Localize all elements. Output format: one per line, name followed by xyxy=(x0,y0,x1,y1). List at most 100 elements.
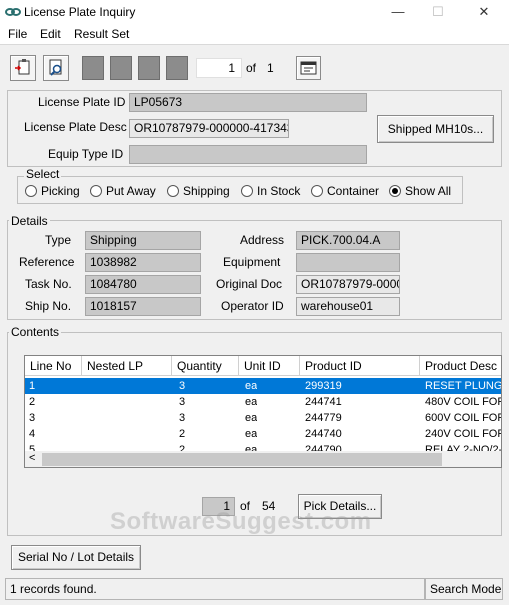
radio-button[interactable] xyxy=(25,185,37,197)
previous-record-button[interactable] xyxy=(110,56,132,80)
radio-button[interactable] xyxy=(167,185,179,197)
table-row[interactable]: 2 3 ea 244741 480V COIL FOR xyxy=(25,394,502,410)
cell-product-id: 244741 xyxy=(305,396,342,408)
license-plate-id-label: License Plate ID xyxy=(38,95,126,109)
record-total: 1 xyxy=(267,61,274,75)
shipped-mh10s-button[interactable]: Shipped MH10s... xyxy=(377,115,494,143)
table-row[interactable]: 5 2 ea 244790 RELAY 2-NO/2- xyxy=(25,442,502,451)
column-header-quantity[interactable]: Quantity xyxy=(172,356,239,376)
menu-bar: File Edit Result Set xyxy=(0,24,509,44)
record-position-field[interactable]: 1 xyxy=(196,58,242,78)
contents-group-label: Contents xyxy=(9,325,62,339)
cell-quantity: 3 xyxy=(179,380,186,392)
cell-quantity: 3 xyxy=(179,412,186,424)
task-no-field[interactable]: 1084780 xyxy=(85,275,201,294)
maximize-icon[interactable]: ☐ xyxy=(416,0,460,24)
first-record-button[interactable] xyxy=(82,56,104,80)
radio-button[interactable] xyxy=(90,185,102,197)
cell-quantity: 2 xyxy=(179,428,186,440)
cell-product-desc: RESET PLUNGE xyxy=(425,380,502,392)
close-icon[interactable]: ✕ xyxy=(462,0,506,24)
menu-edit[interactable]: Edit xyxy=(40,27,61,41)
radio-shipping[interactable]: Shipping xyxy=(167,184,230,198)
cell-product-id: 244740 xyxy=(305,428,342,440)
title-bar: License Plate Inquiry — ☐ ✕ xyxy=(0,0,509,24)
radio-picking[interactable]: Picking xyxy=(25,184,80,198)
equipment-label: Equipment xyxy=(223,255,281,269)
license-plate-id-field[interactable]: LP05673 xyxy=(129,93,367,112)
reference-label: Reference xyxy=(19,255,75,269)
radio-show-all[interactable]: Show All xyxy=(389,184,451,198)
cell-unit-id: ea xyxy=(245,412,258,424)
column-header-product-desc[interactable]: Product Desc xyxy=(420,356,501,376)
horizontal-scrollbar[interactable]: < xyxy=(25,451,501,467)
cell-unit-id: ea xyxy=(245,380,258,392)
last-record-button[interactable] xyxy=(166,56,188,80)
minimize-icon[interactable]: — xyxy=(376,0,420,24)
column-header-unit-id[interactable]: Unit ID xyxy=(239,356,300,376)
cell-product-desc: 480V COIL FOR xyxy=(425,396,502,408)
original-doc-field[interactable]: OR10787979-00000 xyxy=(296,275,400,294)
radio-button[interactable] xyxy=(241,185,253,197)
license-plate-desc-field[interactable]: OR10787979-000000-417343 xyxy=(129,119,289,138)
address-field[interactable]: PICK.700.04.A xyxy=(296,231,400,250)
menu-file[interactable]: File xyxy=(8,27,27,41)
scroll-left-arrow-icon[interactable]: < xyxy=(29,452,35,464)
contents-table[interactable]: Line No Nested LP Quantity Unit ID Produ… xyxy=(24,355,502,468)
cell-product-desc: 240V COIL FOR xyxy=(425,428,502,440)
cell-line-no: 5 xyxy=(29,444,36,451)
task-no-label: Task No. xyxy=(25,277,72,291)
operator-id-field[interactable]: warehouse01 xyxy=(296,297,400,316)
equip-type-id-field[interactable] xyxy=(129,145,367,164)
cell-quantity: 3 xyxy=(179,396,186,408)
cell-unit-id: ea xyxy=(245,428,258,440)
radio-in-stock[interactable]: In Stock xyxy=(241,184,300,198)
radio-label: Put Away xyxy=(106,184,156,198)
radio-label: Shipping xyxy=(183,184,230,198)
window-title: License Plate Inquiry xyxy=(24,5,136,19)
radio-container[interactable]: Container xyxy=(311,184,379,198)
next-record-button[interactable] xyxy=(138,56,160,80)
radio-button-selected[interactable] xyxy=(389,185,401,197)
cell-product-id: 299319 xyxy=(305,380,342,392)
equipment-field[interactable] xyxy=(296,253,400,272)
license-plate-desc-label: License Plate Desc xyxy=(24,120,127,134)
window-icon xyxy=(300,61,317,75)
reference-field[interactable]: 1038982 xyxy=(85,253,201,272)
new-window-button[interactable] xyxy=(10,55,36,81)
toolbar-divider xyxy=(0,44,509,45)
address-label: Address xyxy=(240,233,285,247)
ship-no-field[interactable]: 1018157 xyxy=(85,297,201,316)
list-view-button[interactable] xyxy=(296,56,321,80)
column-header-nested-lp[interactable]: Nested LP xyxy=(82,356,172,376)
radio-put-away[interactable]: Put Away xyxy=(90,184,156,198)
search-button[interactable] xyxy=(43,55,69,81)
ship-no-label: Ship No. xyxy=(25,299,72,313)
select-group-label: Select xyxy=(24,167,62,181)
radio-label: In Stock xyxy=(257,184,301,198)
cell-product-id: 244779 xyxy=(305,412,342,424)
radio-label: Container xyxy=(327,184,380,198)
cell-product-desc: 600V COIL FOR xyxy=(425,412,502,424)
radio-button[interactable] xyxy=(311,185,323,197)
record-of-label: of xyxy=(246,61,257,75)
cell-product-desc: RELAY 2-NO/2- xyxy=(425,444,502,451)
app-icon xyxy=(5,8,21,16)
cell-unit-id: ea xyxy=(245,444,258,451)
watermark: SoftwareSuggest.com xyxy=(110,508,372,535)
scrollbar-thumb[interactable] xyxy=(42,453,442,466)
table-row[interactable]: 4 2 ea 244740 240V COIL FOR xyxy=(25,426,502,442)
cell-product-id: 244790 xyxy=(305,444,342,451)
column-header-product-id[interactable]: Product ID xyxy=(300,356,420,376)
details-group-label: Details xyxy=(9,214,50,228)
copy-record-icon xyxy=(15,59,30,75)
radio-label: Show All xyxy=(405,184,452,198)
column-header-line-no[interactable]: Line No xyxy=(25,356,82,376)
original-doc-label: Original Doc xyxy=(216,277,283,291)
table-row[interactable]: 3 3 ea 244779 600V COIL FOR xyxy=(25,410,502,426)
menu-result-set[interactable]: Result Set xyxy=(74,27,129,41)
table-row-selected[interactable]: 1 3 ea 299319 RESET PLUNGE xyxy=(25,378,502,394)
status-mode: Search Mode xyxy=(425,578,503,600)
serial-lot-details-button[interactable]: Serial No / Lot Details xyxy=(11,545,141,570)
type-field[interactable]: Shipping xyxy=(85,231,201,250)
